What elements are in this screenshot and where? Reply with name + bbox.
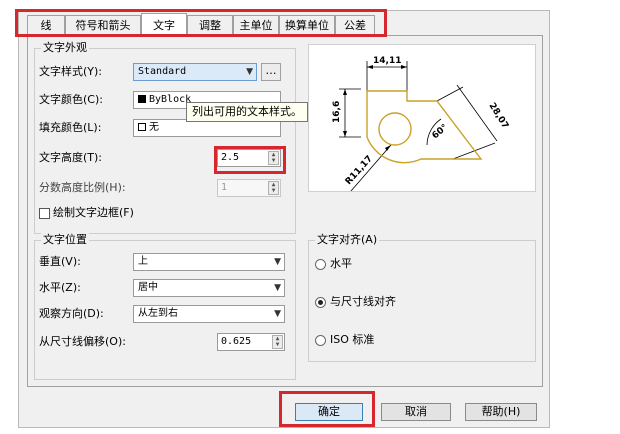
spin-arrows-icon[interactable]: ▲ ▼ [272, 335, 283, 349]
horizontal-select[interactable]: 居中 ▼ [133, 279, 285, 297]
preview-drawing: 14,11 16,6 28,07 60° R11,17 [332, 56, 510, 192]
text-appearance-title: 文字外观 [41, 41, 89, 55]
text-height-value: 2.5 [221, 152, 240, 163]
align-horizontal-label: 水平 [330, 257, 352, 270]
view-direction-value: 从左到右 [138, 308, 178, 319]
chevron-down-icon: ▼ [274, 309, 281, 319]
empty-swatch-icon [138, 123, 146, 131]
chevron-down-icon: ▼ [274, 283, 281, 293]
text-color-value: ByBlock [149, 94, 192, 105]
align-iso-label: ISO 标准 [330, 333, 375, 346]
help-button[interactable]: 帮助(H) [465, 403, 537, 421]
text-style-label: 文字样式(Y): [39, 65, 103, 78]
chevron-down-icon: ▼ [246, 67, 253, 77]
text-height-input[interactable]: 2.5 ▲ ▼ [217, 149, 281, 167]
align-iso-radio[interactable] [315, 335, 326, 346]
vertical-select[interactable]: 上 ▼ [133, 253, 285, 271]
text-alignment-group: 文字对齐(A) 水平 与尺寸线对齐 ISO 标准 [308, 233, 536, 362]
horizontal-label: 水平(Z): [39, 281, 81, 294]
preview-dim-top: 14,11 [373, 56, 401, 66]
dimension-preview: 14,11 16,6 28,07 60° R11,17 [308, 44, 536, 192]
fill-color-value: 无 [149, 122, 159, 133]
fraction-height-label: 分数高度比例(H): [39, 181, 126, 194]
text-height-label: 文字高度(T): [39, 151, 103, 164]
spin-arrows-icon[interactable]: ▲ ▼ [268, 151, 279, 165]
spin-arrows-icon: ▲ ▼ [268, 181, 279, 195]
offset-input[interactable]: 0.625 ▲ ▼ [217, 333, 285, 351]
align-with-dimline-radio[interactable] [315, 297, 326, 308]
tab-alternate-units[interactable]: 换算单位 [279, 15, 335, 35]
tab-text[interactable]: 文字 [141, 13, 187, 35]
dimension-style-dialog: 线 符号和箭头 文字 调整 主单位 换算单位 公差 文字外观 文字样式(Y): … [15, 9, 550, 428]
draw-frame-checkbox[interactable] [39, 208, 50, 219]
tab-lines[interactable]: 线 [27, 15, 65, 35]
text-style-tooltip: 列出可用的文本样式。 [186, 102, 308, 122]
preview-dim-radius: R11,17 [344, 154, 375, 187]
text-placement-title: 文字位置 [41, 233, 89, 247]
align-horizontal-radio[interactable] [315, 259, 326, 270]
chevron-down-icon: ▼ [274, 257, 281, 267]
text-style-select[interactable]: Standard ▼ [133, 63, 257, 81]
cancel-button[interactable]: 取消 [381, 403, 451, 421]
tab-fit[interactable]: 调整 [187, 15, 233, 35]
draw-frame-label: 绘制文字边框(F) [53, 206, 134, 219]
vertical-label: 垂直(V): [39, 255, 81, 268]
text-style-value: Standard [138, 66, 187, 77]
text-style-browse-button[interactable]: … [261, 63, 281, 81]
ok-button[interactable]: 确定 [295, 403, 363, 421]
fraction-height-value: 1 [221, 182, 228, 193]
view-direction-select[interactable]: 从左到右 ▼ [133, 305, 285, 323]
text-color-label: 文字颜色(C): [39, 93, 103, 106]
text-placement-group: 文字位置 垂直(V): 上 ▼ 水平(Z): 居中 ▼ 观察方向(D): 从左到… [34, 233, 296, 380]
tab-tolerances[interactable]: 公差 [335, 15, 375, 35]
align-with-dimline-label: 与尺寸线对齐 [330, 295, 396, 308]
view-direction-label: 观察方向(D): [39, 307, 104, 320]
offset-label: 从尺寸线偏移(O): [39, 335, 126, 348]
fill-color-label: 填充颜色(L): [39, 121, 102, 134]
text-appearance-group: 文字外观 文字样式(Y): Standard ▼ … 文字颜色(C): ByBl… [34, 41, 296, 234]
preview-dim-left: 16,6 [332, 101, 342, 123]
horizontal-value: 居中 [138, 282, 158, 293]
color-swatch-icon [138, 95, 146, 103]
text-alignment-title: 文字对齐(A) [315, 233, 380, 247]
vertical-value: 上 [138, 256, 148, 267]
fraction-height-input: 1 ▲ ▼ [217, 179, 281, 197]
offset-value: 0.625 [221, 336, 252, 347]
text-tab-panel: 文字外观 文字样式(Y): Standard ▼ … 文字颜色(C): ByBl… [27, 35, 543, 387]
preview-dim-right: 28,07 [486, 101, 510, 130]
tab-symbols-arrows[interactable]: 符号和箭头 [65, 15, 141, 35]
tab-primary-units[interactable]: 主单位 [233, 15, 279, 35]
